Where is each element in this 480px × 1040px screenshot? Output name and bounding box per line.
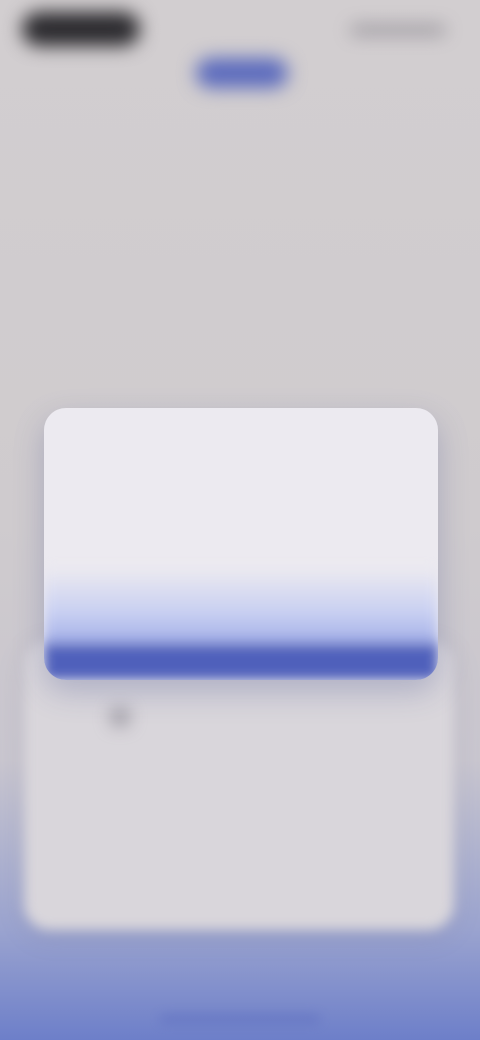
modal-bottom-bar: [44, 644, 438, 680]
status-icons: [350, 25, 446, 35]
modal-left-button[interactable]: [78, 592, 228, 628]
modal-right-button[interactable]: [254, 592, 404, 628]
home-indicator[interactable]: [160, 1016, 320, 1022]
modal-dialog: [44, 408, 438, 680]
radio-icon: [112, 708, 128, 725]
status-bar: [0, 0, 480, 60]
option-item[interactable]: [112, 708, 372, 725]
modal-actions: [44, 568, 438, 648]
options-card: [24, 640, 454, 930]
status-time: [22, 12, 140, 46]
app-logo-icon: [196, 58, 288, 88]
